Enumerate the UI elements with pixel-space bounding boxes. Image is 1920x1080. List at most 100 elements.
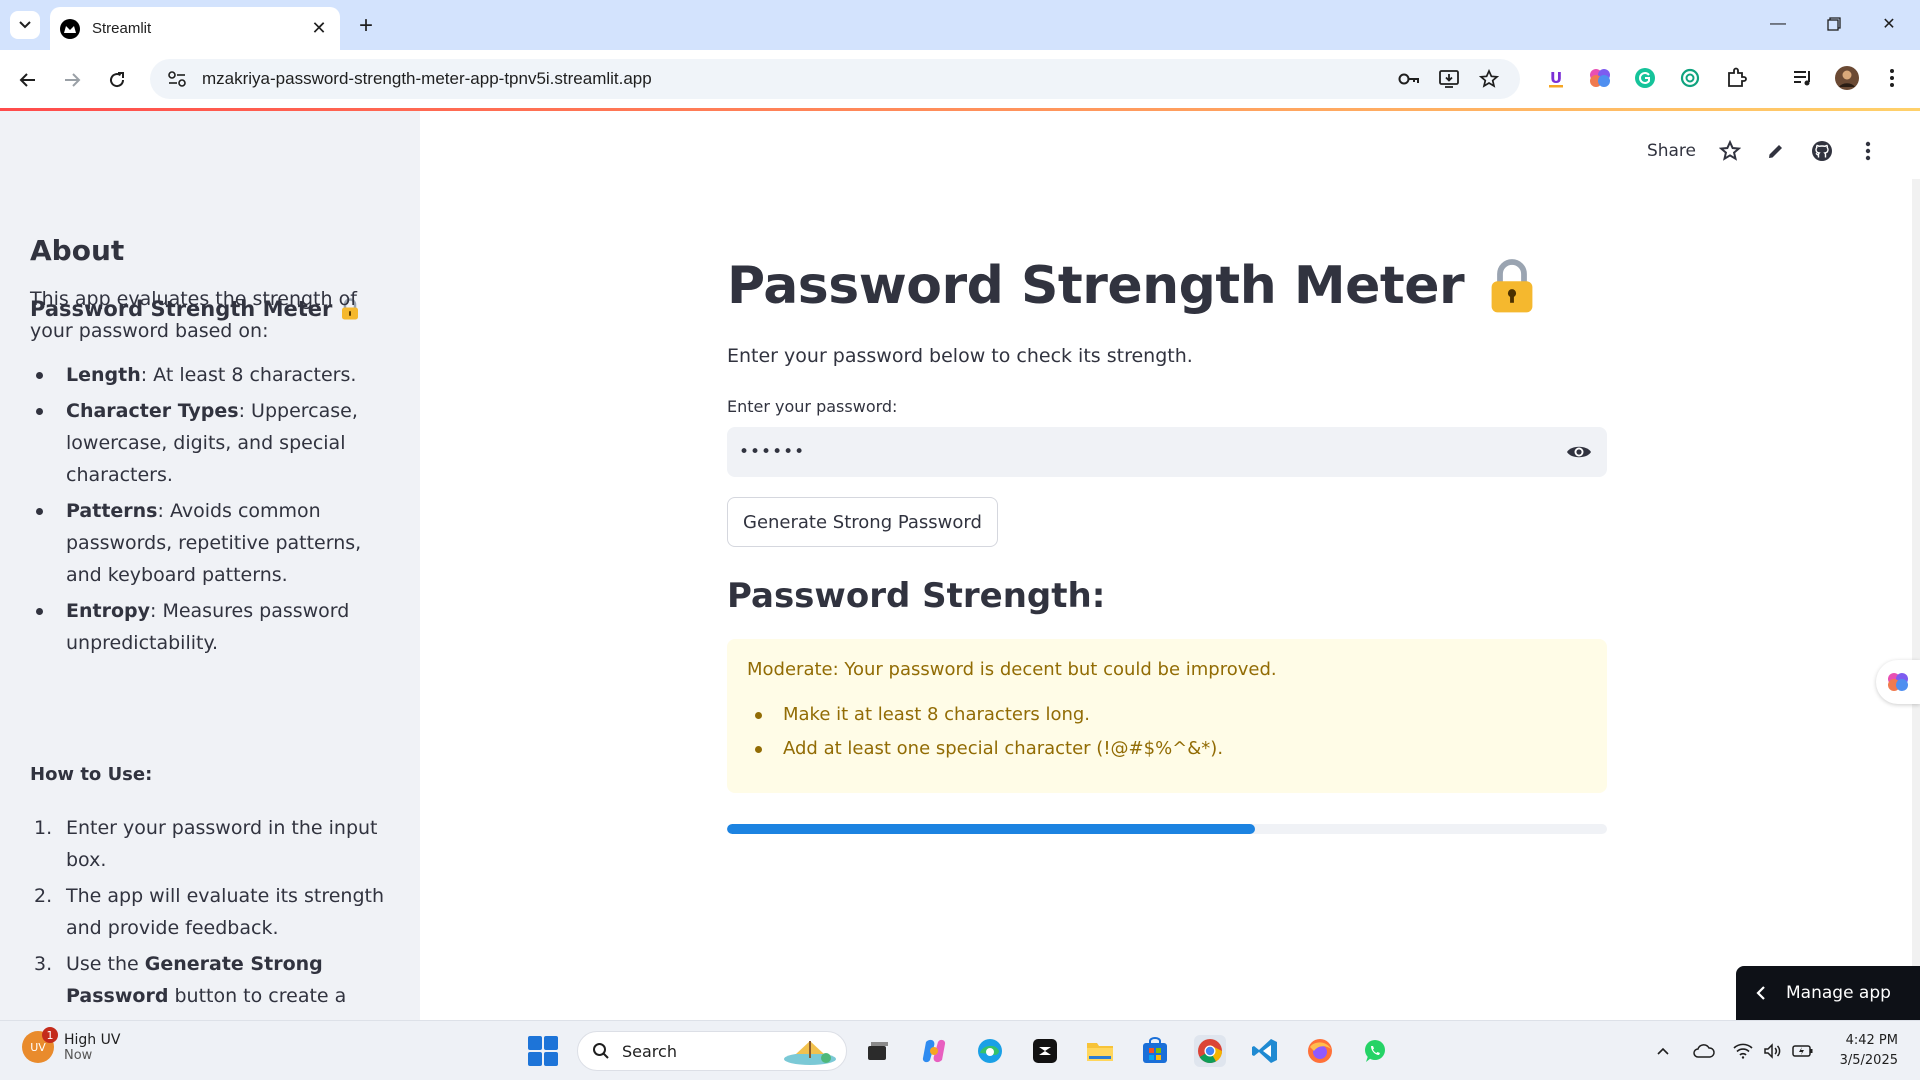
clock-date: 3/5/2025 bbox=[1839, 1053, 1898, 1068]
address-bar[interactable]: mzakriya-password-strength-meter-app-tpn… bbox=[150, 59, 1520, 99]
list-item: Patterns: Avoids common passwords, repet… bbox=[30, 495, 390, 591]
strength-heading: Password Strength: bbox=[727, 576, 1106, 616]
step-number: 1. bbox=[34, 817, 53, 839]
clock-time: 4:42 PM bbox=[1845, 1033, 1898, 1048]
generate-strong-password-button[interactable]: Generate Strong Password bbox=[727, 497, 998, 547]
criterion-term: Character Types bbox=[66, 400, 239, 422]
extension-chatgpt-icon[interactable] bbox=[1676, 64, 1704, 92]
wifi-icon[interactable] bbox=[1731, 1039, 1755, 1063]
floating-assistant-button[interactable] bbox=[1876, 660, 1920, 704]
main-content: Share Password Strength Meter Enter your… bbox=[420, 111, 1920, 1020]
bookmark-star-icon[interactable] bbox=[1476, 66, 1502, 92]
taskbar-search[interactable]: Search bbox=[577, 1031, 847, 1071]
show-password-eye-icon[interactable] bbox=[1563, 436, 1595, 468]
share-button[interactable]: Share bbox=[1647, 141, 1696, 161]
taskbar-search-label: Search bbox=[622, 1041, 677, 1061]
back-button[interactable] bbox=[12, 64, 44, 96]
show-hidden-icons-chevron-icon[interactable] bbox=[1651, 1039, 1675, 1063]
step-text: The app will evaluate its strength and p… bbox=[66, 885, 385, 939]
manage-app-button[interactable]: Manage app bbox=[1736, 966, 1920, 1020]
scrollbar[interactable] bbox=[1912, 179, 1920, 969]
edge-icon[interactable] bbox=[974, 1035, 1006, 1067]
svg-text:U: U bbox=[1550, 69, 1562, 87]
site-info-icon[interactable] bbox=[164, 70, 190, 88]
sidebar-heading: About bbox=[30, 234, 125, 267]
reload-button[interactable] bbox=[101, 64, 133, 96]
list-item: 2. The app will evaluate its strength and… bbox=[30, 880, 390, 944]
page-intro: Enter your password below to check its s… bbox=[727, 345, 1193, 367]
criterion-term: Entropy bbox=[66, 600, 150, 622]
minimize-button[interactable]: — bbox=[1755, 8, 1801, 40]
criteria-list: Length: At least 8 characters. Character… bbox=[30, 359, 390, 663]
restore-button[interactable] bbox=[1811, 8, 1857, 40]
uv-weather-icon: UV 1 bbox=[22, 1027, 58, 1063]
tab-search-button[interactable] bbox=[10, 11, 40, 39]
page-title: Password Strength Meter bbox=[727, 256, 1536, 316]
strength-alert: Moderate: Your password is decent but co… bbox=[727, 639, 1607, 793]
close-window-button[interactable]: ✕ bbox=[1866, 8, 1912, 40]
password-key-icon[interactable] bbox=[1396, 66, 1422, 92]
system-clock[interactable]: 4:42 PM 3/5/2025 bbox=[1820, 1031, 1898, 1071]
list-item: 1. Enter your password in the input box. bbox=[30, 812, 390, 876]
github-icon[interactable] bbox=[1810, 139, 1834, 163]
extension-grammarly-icon[interactable] bbox=[1631, 64, 1659, 92]
step-text: Enter your password in the input box. bbox=[66, 817, 378, 871]
new-tab-button[interactable]: + bbox=[352, 12, 380, 40]
windows-taskbar: UV 1 High UV Now Search 4:42 PM 3/5/2025 bbox=[0, 1020, 1920, 1080]
steps-list: 1. Enter your password in the input box. … bbox=[30, 812, 390, 1020]
list-item: 3. Use the Generate Strong Password butto… bbox=[30, 948, 390, 1020]
browser-tab-bar: Streamlit ✕ + — ✕ bbox=[0, 0, 1920, 50]
volume-icon[interactable] bbox=[1761, 1039, 1785, 1063]
start-button[interactable] bbox=[528, 1036, 558, 1066]
copilot-icon[interactable] bbox=[918, 1035, 950, 1067]
media-queue-icon[interactable] bbox=[1789, 64, 1817, 92]
file-explorer-icon[interactable] bbox=[1084, 1035, 1116, 1067]
favorite-star-icon[interactable] bbox=[1718, 139, 1742, 163]
forward-button[interactable] bbox=[56, 64, 88, 96]
list-item: Entropy: Measures password unpredictabil… bbox=[30, 595, 390, 659]
notification-badge: 1 bbox=[42, 1027, 58, 1043]
weather-title: High UV bbox=[64, 1031, 121, 1048]
tab-title: Streamlit bbox=[92, 20, 152, 37]
install-app-icon[interactable] bbox=[1436, 66, 1462, 92]
step-number: 2. bbox=[34, 885, 53, 907]
suggestion-list: Make it at least 8 characters long. Add … bbox=[747, 698, 1587, 766]
uv-badge-text: UV bbox=[30, 1040, 46, 1054]
capcut-icon[interactable] bbox=[1029, 1035, 1061, 1067]
progress-fill bbox=[727, 824, 1255, 834]
edit-pencil-icon[interactable] bbox=[1764, 139, 1788, 163]
list-item: Add at least one special character (!@#$… bbox=[747, 732, 1587, 766]
browser-toolbar: mzakriya-password-strength-meter-app-tpn… bbox=[0, 50, 1920, 108]
brain-icon bbox=[1888, 673, 1908, 691]
browser-tab[interactable]: Streamlit ✕ bbox=[50, 7, 340, 50]
extensions-puzzle-icon[interactable] bbox=[1722, 64, 1750, 92]
password-input[interactable]: •••••• bbox=[727, 427, 1607, 477]
task-view-icon[interactable] bbox=[862, 1035, 894, 1067]
browser-menu-icon[interactable] bbox=[1878, 64, 1906, 92]
arrow-right-icon bbox=[65, 73, 81, 87]
extension-brain-icon[interactable] bbox=[1586, 64, 1614, 92]
manage-app-label: Manage app bbox=[1786, 983, 1891, 1003]
list-item: Make it at least 8 characters long. bbox=[747, 698, 1587, 732]
step-number: 3. bbox=[34, 953, 53, 975]
main-menu-icon[interactable] bbox=[1856, 139, 1880, 163]
search-highlight-icon bbox=[784, 1041, 836, 1065]
tab-close-icon[interactable]: ✕ bbox=[308, 18, 330, 40]
weather-widget[interactable]: UV 1 High UV Now bbox=[22, 1027, 121, 1063]
restore-icon bbox=[1827, 17, 1841, 31]
howto-heading: How to Use: bbox=[30, 764, 153, 785]
microsoft-store-icon[interactable] bbox=[1139, 1035, 1171, 1067]
battery-icon[interactable] bbox=[1791, 1039, 1815, 1063]
criterion-desc: : At least 8 characters. bbox=[140, 364, 357, 386]
password-value[interactable]: •••••• bbox=[739, 442, 1563, 462]
page-title-text: Password Strength Meter bbox=[727, 256, 1465, 316]
extension-u-icon[interactable]: U bbox=[1542, 64, 1570, 92]
whatsapp-icon[interactable] bbox=[1359, 1035, 1391, 1067]
reload-icon bbox=[110, 72, 125, 88]
profile-avatar[interactable] bbox=[1833, 64, 1861, 92]
onedrive-cloud-icon[interactable] bbox=[1692, 1039, 1716, 1063]
chrome-icon[interactable] bbox=[1194, 1035, 1226, 1067]
firefox-icon[interactable] bbox=[1304, 1035, 1336, 1067]
vscode-icon[interactable] bbox=[1249, 1035, 1281, 1067]
weather-subtitle: Now bbox=[64, 1047, 93, 1063]
